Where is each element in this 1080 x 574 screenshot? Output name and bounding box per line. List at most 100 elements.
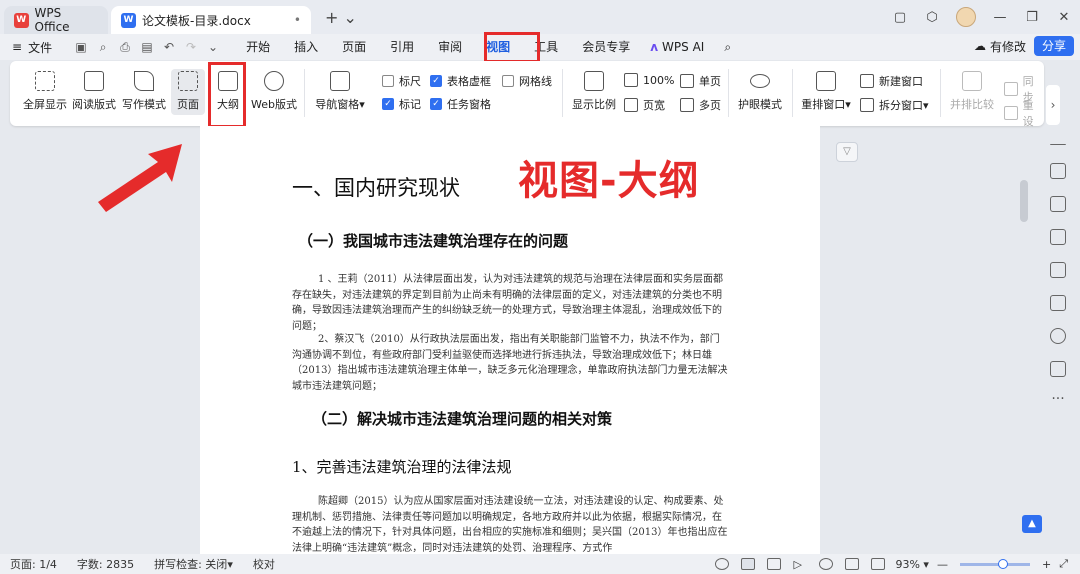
new-window-label: 新建窗口 bbox=[879, 75, 923, 88]
paragraph-2: 2、蔡汉飞（2010）从行政执法层面出发，指出有关职能部门监管不力，执法不作为，… bbox=[292, 334, 728, 392]
web-view-button[interactable]: Web版式 bbox=[248, 71, 300, 112]
share-button[interactable]: 分享 bbox=[1033, 36, 1074, 56]
pen-icon[interactable] bbox=[1050, 163, 1066, 179]
undo-icon[interactable]: ↶ bbox=[158, 40, 180, 54]
markup-label: 标记 bbox=[399, 98, 421, 111]
eye-status-icon[interactable] bbox=[715, 558, 730, 570]
help-icon[interactable] bbox=[1050, 328, 1066, 344]
gridlines-checkbox[interactable]: 网格线 bbox=[502, 73, 552, 89]
ruler-checkbox[interactable]: 标尺 bbox=[382, 73, 421, 89]
tab-wps-home[interactable]: W WPS Office bbox=[4, 6, 108, 34]
play-icon[interactable]: ▷ bbox=[793, 558, 807, 571]
maximize-icon[interactable]: ❐ bbox=[1016, 10, 1048, 25]
compare-icon bbox=[962, 71, 982, 91]
settings-slider-icon[interactable] bbox=[1050, 229, 1066, 245]
zoom-100-button[interactable]: 100% bbox=[624, 73, 674, 87]
collapse-icon[interactable] bbox=[1050, 144, 1066, 146]
eye-care-button[interactable]: 护眼模式 bbox=[734, 71, 786, 112]
zoom-slider-knob[interactable] bbox=[997, 558, 1008, 569]
split-window-label: 拆分窗口▾ bbox=[879, 99, 929, 112]
menu-tab-page[interactable]: 页面 bbox=[330, 34, 378, 60]
cube-icon[interactable]: ⬡ bbox=[916, 10, 948, 25]
print-preview-icon[interactable]: ▤ bbox=[136, 40, 158, 54]
page-view-button[interactable]: 页面 bbox=[171, 69, 205, 115]
shirt-icon[interactable] bbox=[1050, 361, 1066, 377]
avatar[interactable] bbox=[956, 7, 976, 27]
cloud-icon: ☁ bbox=[973, 39, 986, 53]
multi-page-button[interactable]: 多页 bbox=[680, 97, 721, 113]
page-options-icon[interactable]: ▽ bbox=[836, 142, 858, 162]
gridlines-check bbox=[502, 75, 514, 87]
menu-tab-insert[interactable]: 插入 bbox=[282, 34, 330, 60]
web-status-icon[interactable] bbox=[819, 558, 834, 570]
zoom-in-icon[interactable]: + bbox=[1042, 558, 1051, 571]
web-label: Web版式 bbox=[251, 98, 297, 111]
new-tab-icon[interactable]: + ⌄ bbox=[325, 8, 357, 27]
restore-layout-icon[interactable]: ▢ bbox=[884, 10, 916, 25]
task-pane-checkbox[interactable]: ✓ 任务窗格 bbox=[430, 96, 491, 112]
menu-tab-reference[interactable]: 引用 bbox=[378, 34, 426, 60]
highlight-outline-button bbox=[208, 62, 246, 128]
file-menu[interactable]: ≡ 文件 bbox=[12, 39, 52, 56]
minimize-icon[interactable]: — bbox=[984, 10, 1016, 25]
annotation-view-outline: 视图-大纲 bbox=[518, 158, 700, 204]
menu-tab-member[interactable]: 会员专享 bbox=[570, 34, 642, 60]
document-page[interactable]: 一、国内研究现状 视图-大纲 （一）我国城市违法建筑治理存在的问题 1 、王莉（… bbox=[200, 126, 820, 556]
fullscreen-status-icon[interactable]: ⤢ bbox=[1059, 557, 1068, 571]
split-window-button[interactable]: 拆分窗口▾ bbox=[860, 97, 929, 113]
more-chevron-icon[interactable]: ⌄ bbox=[202, 40, 224, 54]
rearrange-window-button[interactable]: 重排窗口▾ bbox=[796, 71, 856, 112]
table-gridlines-label: 表格虚框 bbox=[447, 75, 491, 88]
outline-status-icon[interactable] bbox=[767, 558, 782, 570]
view-ribbon: 全屏显示 阅读版式 写作模式 页面 大纲 Web版式 导航窗格▾ 标尺 ✓ 表格… bbox=[10, 61, 1044, 129]
subheading-laws: 1、完善违法建筑治理的法律法规 bbox=[292, 458, 512, 476]
reading-icon bbox=[84, 71, 104, 91]
ribbon-scroll-right[interactable]: › bbox=[1046, 85, 1060, 125]
close-tab-icon[interactable]: • bbox=[294, 13, 301, 27]
proofread[interactable]: 校对 bbox=[243, 556, 285, 572]
close-window-icon[interactable]: ✕ bbox=[1048, 10, 1080, 25]
zoom-out-icon[interactable]: — bbox=[937, 558, 948, 571]
zoom-slider[interactable] bbox=[959, 558, 1030, 569]
zoom-100-label: 100% bbox=[643, 73, 675, 87]
spell-check[interactable]: 拼写检查: 关闭▾ bbox=[144, 556, 243, 572]
page-view-status-icon[interactable] bbox=[741, 558, 756, 570]
redo-icon[interactable]: ↷ bbox=[180, 40, 202, 54]
fit-page-icon[interactable] bbox=[871, 558, 886, 570]
chart-icon[interactable] bbox=[1050, 262, 1066, 278]
table-gridlines-checkbox[interactable]: ✓ 表格虚框 bbox=[430, 73, 491, 89]
search-icon[interactable]: ⌕ bbox=[712, 34, 743, 60]
menu-bar: ≡ 文件 ▣ ⌕ ⎙ ▤ ↶ ↷ ⌄ 开始 插入 页面 引用 审阅 视图 工具 … bbox=[0, 34, 1080, 60]
more-icon[interactable]: ··· bbox=[1050, 392, 1066, 410]
word-count[interactable]: 字数: 2835 bbox=[67, 556, 144, 572]
tools-icon[interactable] bbox=[1050, 295, 1066, 311]
right-sidebar: ··· bbox=[1036, 130, 1080, 550]
reset-position-button[interactable]: 重设 bbox=[1004, 97, 1044, 129]
save-icon[interactable]: ▣ bbox=[70, 40, 92, 54]
reading-mode-button[interactable]: 阅读版式 bbox=[66, 71, 122, 112]
page-width-button[interactable]: 页宽 bbox=[624, 97, 665, 113]
side-by-side-button[interactable]: 并排比较 bbox=[944, 71, 1000, 112]
zoom-ratio-button[interactable]: 显示比例 bbox=[566, 71, 622, 112]
writing-mode-button[interactable]: 写作模式 bbox=[116, 71, 172, 112]
vertical-scrollbar[interactable] bbox=[1020, 180, 1028, 222]
zoom-level[interactable]: 93% ▾ bbox=[895, 558, 928, 571]
edit-status[interactable]: 有修改 bbox=[990, 38, 1026, 55]
new-window-icon bbox=[860, 74, 874, 88]
scroll-up-button[interactable]: ▲ bbox=[1022, 515, 1042, 533]
search-doc-icon[interactable]: ⌕ bbox=[92, 40, 114, 55]
new-window-button[interactable]: 新建窗口 bbox=[860, 73, 923, 89]
table-gridlines-check: ✓ bbox=[430, 75, 442, 87]
tab-document[interactable]: W 论文模板-目录.docx • bbox=[111, 6, 311, 34]
menu-tab-review[interactable]: 审阅 bbox=[426, 34, 474, 60]
menu-tab-start[interactable]: 开始 bbox=[234, 34, 282, 60]
wps-ai-button[interactable]: ʌ WPS AI bbox=[642, 34, 712, 60]
cursor-icon[interactable] bbox=[1050, 196, 1066, 212]
markup-checkbox[interactable]: ✓ 标记 bbox=[382, 96, 421, 112]
single-page-label: 单页 bbox=[699, 75, 721, 88]
pen-status-icon[interactable] bbox=[845, 558, 860, 570]
page-count[interactable]: 页面: 1/4 bbox=[0, 556, 67, 572]
single-page-button[interactable]: 单页 bbox=[680, 73, 721, 89]
print-icon[interactable]: ⎙ bbox=[114, 40, 136, 55]
navigation-pane-button[interactable]: 导航窗格▾ bbox=[310, 71, 370, 112]
